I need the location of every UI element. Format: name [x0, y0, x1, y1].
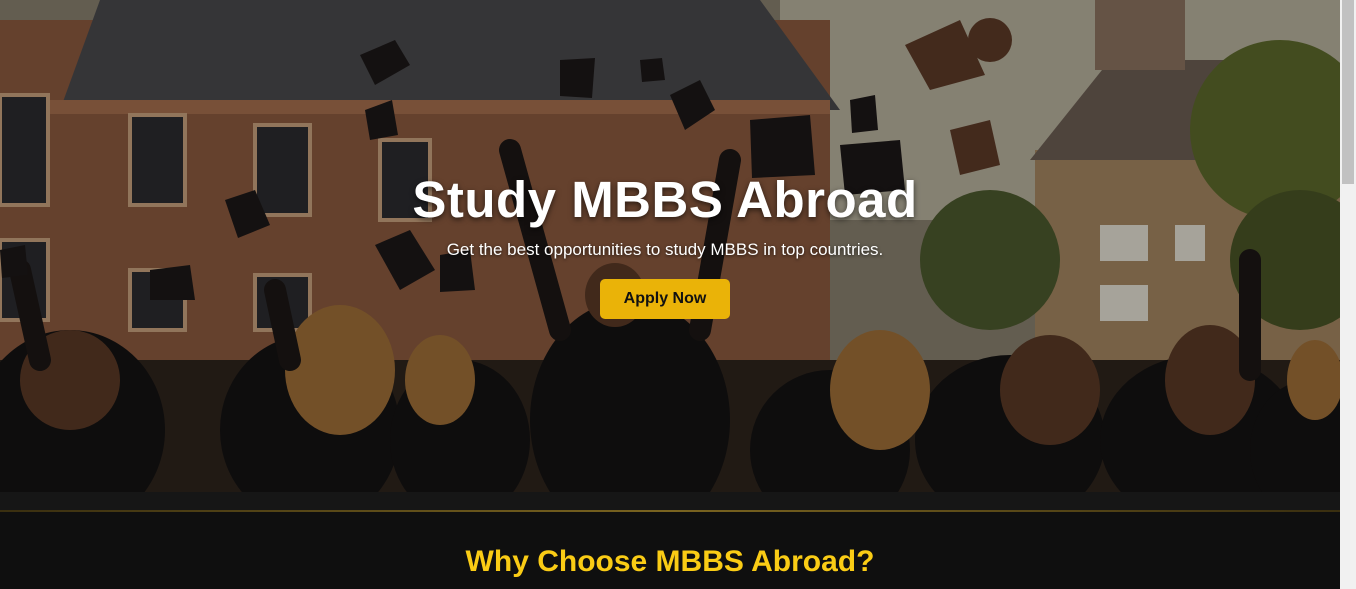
hero-subtitle: Get the best opportunities to study MBBS…: [446, 240, 884, 259]
why-choose-heading: Why Choose MBBS Abroad?: [465, 545, 875, 578]
vertical-scrollbar-thumb[interactable]: [1342, 0, 1354, 184]
page-viewport: Study MBBS Abroad Get the best opportuni…: [0, 0, 1340, 589]
hero-section: Study MBBS Abroad Get the best opportuni…: [0, 0, 1340, 492]
hero-content: Study MBBS Abroad Get the best opportuni…: [0, 168, 1330, 319]
hero-title: Study MBBS Abroad: [412, 171, 918, 228]
apply-now-button[interactable]: Apply Now: [599, 279, 731, 319]
why-choose-section: Why Choose MBBS Abroad?: [0, 512, 1340, 589]
section-divider: [0, 492, 1340, 512]
